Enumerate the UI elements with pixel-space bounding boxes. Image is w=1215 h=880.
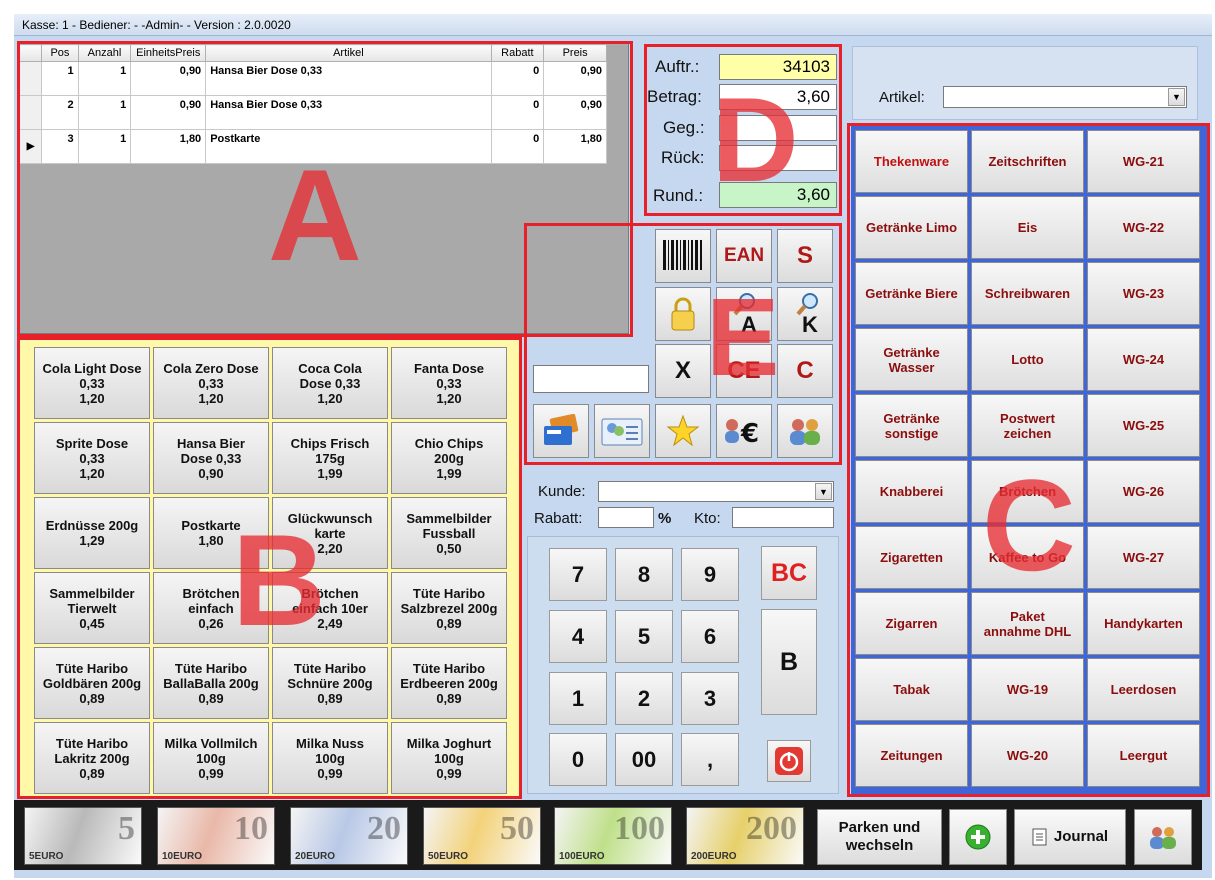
users-icon <box>1150 827 1176 849</box>
banknote-caption: 5EURO <box>29 851 64 862</box>
banknote-caption: 100EURO <box>559 851 605 862</box>
power-button[interactable] <box>767 740 811 782</box>
banknote-button[interactable]: 20 20EURO <box>290 807 408 865</box>
region-c-outline <box>847 123 1210 797</box>
rabatt-label: Rabatt: <box>534 510 583 527</box>
region-b-outline <box>17 337 522 799</box>
banknote-caption: 10EURO <box>162 851 203 862</box>
banknote-caption: 50EURO <box>428 851 469 862</box>
banknote-caption: 20EURO <box>295 851 336 862</box>
banknote-value: 50 <box>500 810 534 847</box>
plus-circle-icon <box>965 824 991 850</box>
key-2[interactable]: 2 <box>615 672 673 725</box>
keypad: 7 8 9 BC 4 5 6 B 1 2 3 0 00 , <box>527 536 839 794</box>
key-7[interactable]: 7 <box>549 548 607 601</box>
banknote-value: 20 <box>367 810 401 847</box>
banknote-value: 10 <box>234 810 268 847</box>
key-3[interactable]: 3 <box>681 672 739 725</box>
key-8[interactable]: 8 <box>615 548 673 601</box>
kunde-combobox[interactable]: ▼ <box>598 481 834 502</box>
kunde-label: Kunde: <box>538 483 586 500</box>
region-e-outline <box>524 223 842 465</box>
banknote-value: 5 <box>118 810 135 847</box>
key-00[interactable]: 00 <box>615 733 673 786</box>
percent-label: % <box>658 510 672 527</box>
key-5[interactable]: 5 <box>615 610 673 663</box>
enter-button[interactable]: B <box>761 609 817 715</box>
region-d-outline <box>644 44 842 216</box>
key-comma[interactable]: , <box>681 733 739 786</box>
chevron-down-icon[interactable]: ▼ <box>815 483 832 500</box>
banknote-button[interactable]: 100 100EURO <box>554 807 672 865</box>
power-icon <box>775 747 803 775</box>
artikel-search-panel <box>852 46 1198 120</box>
key-4[interactable]: 4 <box>549 610 607 663</box>
rabatt-input[interactable] <box>598 507 654 528</box>
banknote-caption: 200EURO <box>691 851 737 862</box>
add-button[interactable] <box>949 809 1007 865</box>
artikel-combobox[interactable]: ▼ <box>943 86 1187 108</box>
window-title: Kasse: 1 - Bediener: - -Admin- - Version… <box>14 14 1212 36</box>
kto-label: Kto: <box>694 510 721 527</box>
banknote-button[interactable]: 10 10EURO <box>157 807 275 865</box>
key-1[interactable]: 1 <box>549 672 607 725</box>
key-0[interactable]: 0 <box>549 733 607 786</box>
journal-button[interactable]: Journal <box>1014 809 1126 865</box>
banknote-button[interactable]: 5 5EURO <box>24 807 142 865</box>
banknote-value: 100 <box>614 810 665 847</box>
key-6[interactable]: 6 <box>681 610 739 663</box>
kto-input[interactable] <box>732 507 834 528</box>
backspace-button[interactable]: BC <box>761 546 817 600</box>
key-9[interactable]: 9 <box>681 548 739 601</box>
document-icon <box>1032 828 1047 846</box>
banknote-button[interactable]: 200 200EURO <box>686 807 804 865</box>
park-switch-button[interactable]: Parken und wechseln <box>817 809 942 865</box>
artikel-label: Artikel: <box>879 89 925 106</box>
journal-label: Journal <box>1053 828 1109 845</box>
users-button[interactable] <box>1134 809 1192 865</box>
chevron-down-icon[interactable]: ▼ <box>1168 88 1185 106</box>
banknote-value: 200 <box>746 810 797 847</box>
banknote-button[interactable]: 50 50EURO <box>423 807 541 865</box>
